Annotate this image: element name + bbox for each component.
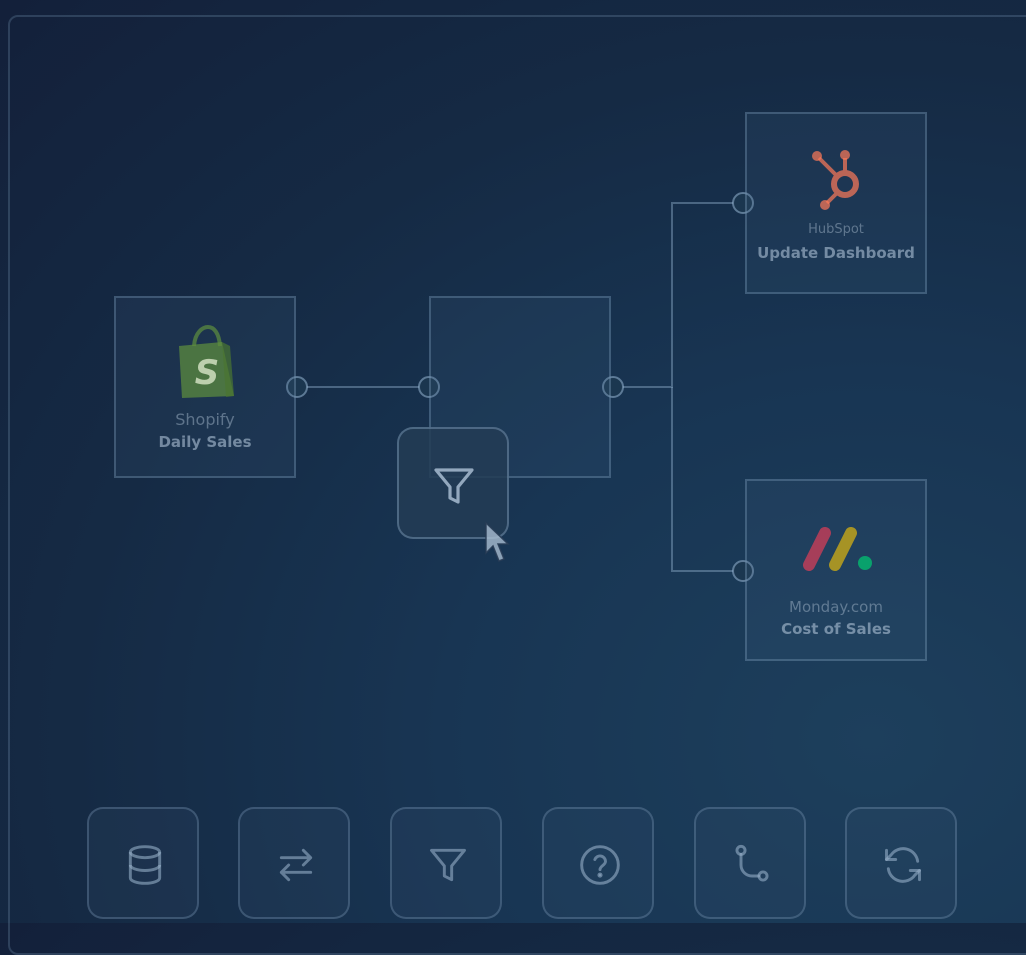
transfer-arrows-icon [279,848,313,882]
filter-icon [430,848,466,882]
toolbar-transfer-button[interactable] [238,807,350,919]
monday-cost-of-sales-node[interactable]: Monday.com Cost of Sales [745,479,927,661]
hubspot-sprocket-logo [812,150,859,210]
monday-logo [803,527,872,571]
node-title: Cost of Sales [781,620,891,638]
node-title: Daily Sales [158,433,252,451]
connector-middle-to-hubspot [623,202,733,388]
toolbar-refresh-button[interactable] [845,807,957,919]
node-app-name: HubSpot [808,222,864,237]
toolbar-branch-button[interactable] [694,807,806,919]
node-app-name: Monday.com [789,598,883,616]
branch-icon [735,844,769,882]
node-title: Update Dashboard [757,244,915,262]
help-circle-icon [580,845,620,885]
hubspot-update-dashboard-node[interactable]: HubSpot Update Dashboard [745,112,927,294]
refresh-icon [885,847,921,883]
shopify-bag-logo: S [179,324,234,398]
shopify-daily-sales-node[interactable]: S Shopify Daily Sales [114,296,296,478]
toolbar-filter-button[interactable] [390,807,502,919]
node-app-name: Shopify [175,410,235,429]
toolbar-database-button[interactable] [87,807,199,919]
toolbar-help-button[interactable] [542,807,654,919]
database-icon [128,845,162,885]
connector-middle-to-monday [671,387,733,572]
svg-text:S: S [195,353,220,393]
filter-icon [434,468,474,504]
mouse-cursor-icon [485,521,510,562]
